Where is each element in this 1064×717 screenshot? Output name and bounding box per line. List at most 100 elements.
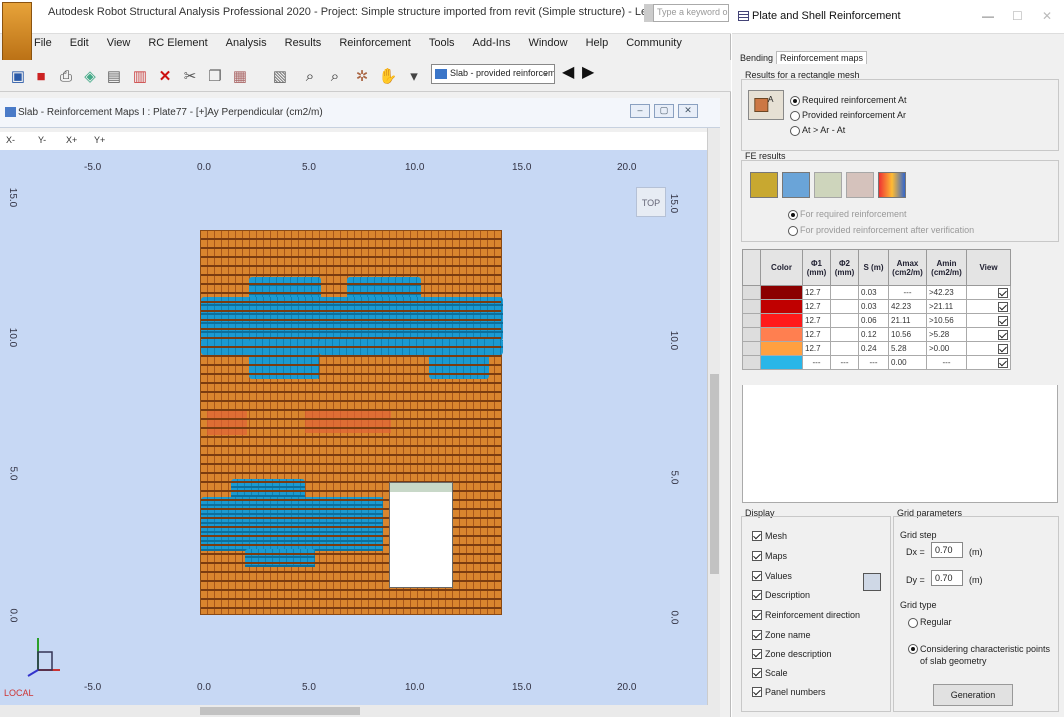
tab-x-minus[interactable]: X- (6, 135, 15, 145)
color-swatch[interactable] (760, 341, 803, 356)
phi1-cell[interactable]: --- (802, 355, 831, 370)
row-header[interactable] (742, 327, 761, 342)
radio-grid-regular[interactable]: Regular (908, 617, 952, 628)
horizontal-scrollbar[interactable] (0, 705, 720, 717)
radio-required-reinforcement[interactable]: Required reinforcement At (790, 95, 907, 106)
menu-reinforcement[interactable]: Reinforcement (339, 37, 411, 55)
tab-x-plus[interactable]: X+ (66, 135, 77, 145)
phi1-cell[interactable]: 12.7 (802, 299, 831, 314)
graphic-viewport[interactable]: -5.0 0.0 5.0 10.0 15.0 20.0 15.0 10.0 5.… (0, 150, 707, 705)
amax-cell[interactable]: --- (888, 285, 927, 300)
radio-fe-provided[interactable]: For provided reinforcement after verific… (788, 225, 974, 236)
phi1-cell[interactable]: 12.7 (802, 327, 831, 342)
menu-window[interactable]: Window (528, 37, 567, 55)
phi1-cell[interactable]: 12.7 (802, 313, 831, 328)
checkbox-reinforcement-direction[interactable]: Reinforcement direction (752, 610, 860, 620)
paste-icon[interactable]: ▦ (230, 66, 250, 86)
delete-icon[interactable]: ✕ (155, 66, 175, 86)
checkbox-description[interactable]: Description (752, 590, 810, 600)
radio-grid-characteristic[interactable]: Considering characteristic points of sla… (908, 643, 1054, 667)
zoom-icon[interactable]: ⌕ (300, 66, 320, 86)
zoom-window-icon[interactable]: ⌕ (325, 66, 345, 86)
checkbox-maps[interactable]: Maps (752, 551, 787, 561)
phi2-cell[interactable] (830, 299, 859, 314)
checkbox-zone-description[interactable]: Zone description (752, 649, 832, 659)
close-dialog-button[interactable]: ✕ (1042, 9, 1052, 23)
spacing-cell[interactable]: 0.06 (858, 313, 889, 328)
table-row[interactable]: 12.7 0.12 10.56 >5.28 (742, 327, 1011, 342)
spacing-cell[interactable]: 0.03 (858, 299, 889, 314)
phi1-cell[interactable]: 12.7 (802, 285, 831, 300)
settings-icon[interactable]: ✲ (352, 66, 372, 86)
radio-fe-required[interactable]: For required reinforcement (788, 209, 907, 220)
row-header[interactable] (742, 285, 761, 300)
menu-view[interactable]: View (107, 37, 131, 55)
menu-edit[interactable]: Edit (70, 37, 89, 55)
view-checkbox[interactable] (966, 355, 1011, 370)
table-row[interactable]: 12.7 0.03 42.23 >21.11 (742, 299, 1011, 314)
table-row[interactable]: 12.7 0.06 21.11 >10.56 (742, 313, 1011, 328)
amin-cell[interactable]: >0.00 (926, 341, 967, 356)
view-checkbox[interactable] (966, 341, 1011, 356)
phi2-cell[interactable]: --- (830, 355, 859, 370)
row-header[interactable] (742, 313, 761, 328)
amax-cell[interactable]: 0.00 (888, 355, 927, 370)
spacing-cell[interactable]: 0.12 (858, 327, 889, 342)
phi2-cell[interactable] (830, 313, 859, 328)
spacing-cell[interactable]: --- (858, 355, 889, 370)
checkbox-panel-numbers[interactable]: Panel numbers (752, 687, 826, 697)
phi2-cell[interactable] (830, 327, 859, 342)
checkbox-mesh[interactable]: Mesh (752, 531, 787, 541)
row-header[interactable] (742, 341, 761, 356)
next-layout-button[interactable]: ▶ (582, 62, 594, 82)
search-toggle-button[interactable] (644, 4, 653, 22)
minimize-view-button[interactable]: – (630, 104, 650, 118)
fe-contour-icon[interactable] (878, 172, 906, 198)
color-swatch[interactable] (760, 313, 803, 328)
menu-results[interactable]: Results (285, 37, 322, 55)
report-icon[interactable]: ▥ (130, 66, 150, 86)
close-view-button[interactable]: ✕ (678, 104, 698, 118)
calculator-icon[interactable] (863, 573, 881, 591)
rectangle-mesh-icon[interactable]: A (748, 90, 784, 120)
layout-selector[interactable]: Slab - provided reinforcement ⌄ (431, 64, 555, 84)
phi2-cell[interactable] (830, 285, 859, 300)
color-swatch[interactable] (760, 299, 803, 314)
restore-view-button[interactable]: ▢ (654, 104, 674, 118)
tab-reinforcement-maps[interactable]: Reinforcement maps (776, 51, 868, 64)
fe-map-icon[interactable] (750, 172, 778, 198)
row-header[interactable] (742, 355, 761, 370)
amax-cell[interactable]: 5.28 (888, 341, 927, 356)
spacing-cell[interactable]: 0.24 (858, 341, 889, 356)
color-swatch[interactable] (760, 285, 803, 300)
slab-reinforcement-map[interactable] (200, 230, 503, 615)
radio-difference-reinforcement[interactable]: At > Ar - At (790, 125, 845, 136)
print-icon[interactable]: ⎙ (56, 66, 76, 86)
color-swatch[interactable] (760, 355, 803, 370)
table-row[interactable]: 12.7 0.24 5.28 >0.00 (742, 341, 1011, 356)
amin-cell[interactable]: >5.28 (926, 327, 967, 342)
maximize-dialog-button[interactable]: ☐ (1012, 9, 1023, 23)
table-row[interactable]: --- --- --- 0.00 --- (742, 355, 1011, 370)
preview-icon[interactable]: ◈ (80, 66, 100, 86)
view-checkbox[interactable] (966, 313, 1011, 328)
fe-map-disabled-icon[interactable] (814, 172, 842, 198)
menu-tools[interactable]: Tools (429, 37, 455, 55)
view-checkbox[interactable] (966, 299, 1011, 314)
vertical-scrollbar[interactable] (707, 128, 720, 705)
fe-compare-disabled-icon[interactable] (846, 172, 874, 198)
checkbox-scale[interactable]: Scale (752, 668, 788, 678)
tab-y-minus[interactable]: Y- (38, 135, 46, 145)
table-icon[interactable]: ▧ (270, 66, 290, 86)
spacing-cell[interactable]: 0.03 (858, 285, 889, 300)
dx-input[interactable]: 0.70 (931, 542, 963, 558)
checkbox-zone-name[interactable]: Zone name (752, 630, 811, 640)
amax-cell[interactable]: 42.23 (888, 299, 927, 314)
generation-button[interactable]: Generation (933, 684, 1013, 706)
dy-input[interactable]: 0.70 (931, 570, 963, 586)
menu-add-ins[interactable]: Add-Ins (473, 37, 511, 55)
tab-bending[interactable]: Bending (740, 53, 773, 63)
view-checkbox[interactable] (966, 327, 1011, 342)
tab-y-plus[interactable]: Y+ (94, 135, 105, 145)
amax-cell[interactable]: 21.11 (888, 313, 927, 328)
